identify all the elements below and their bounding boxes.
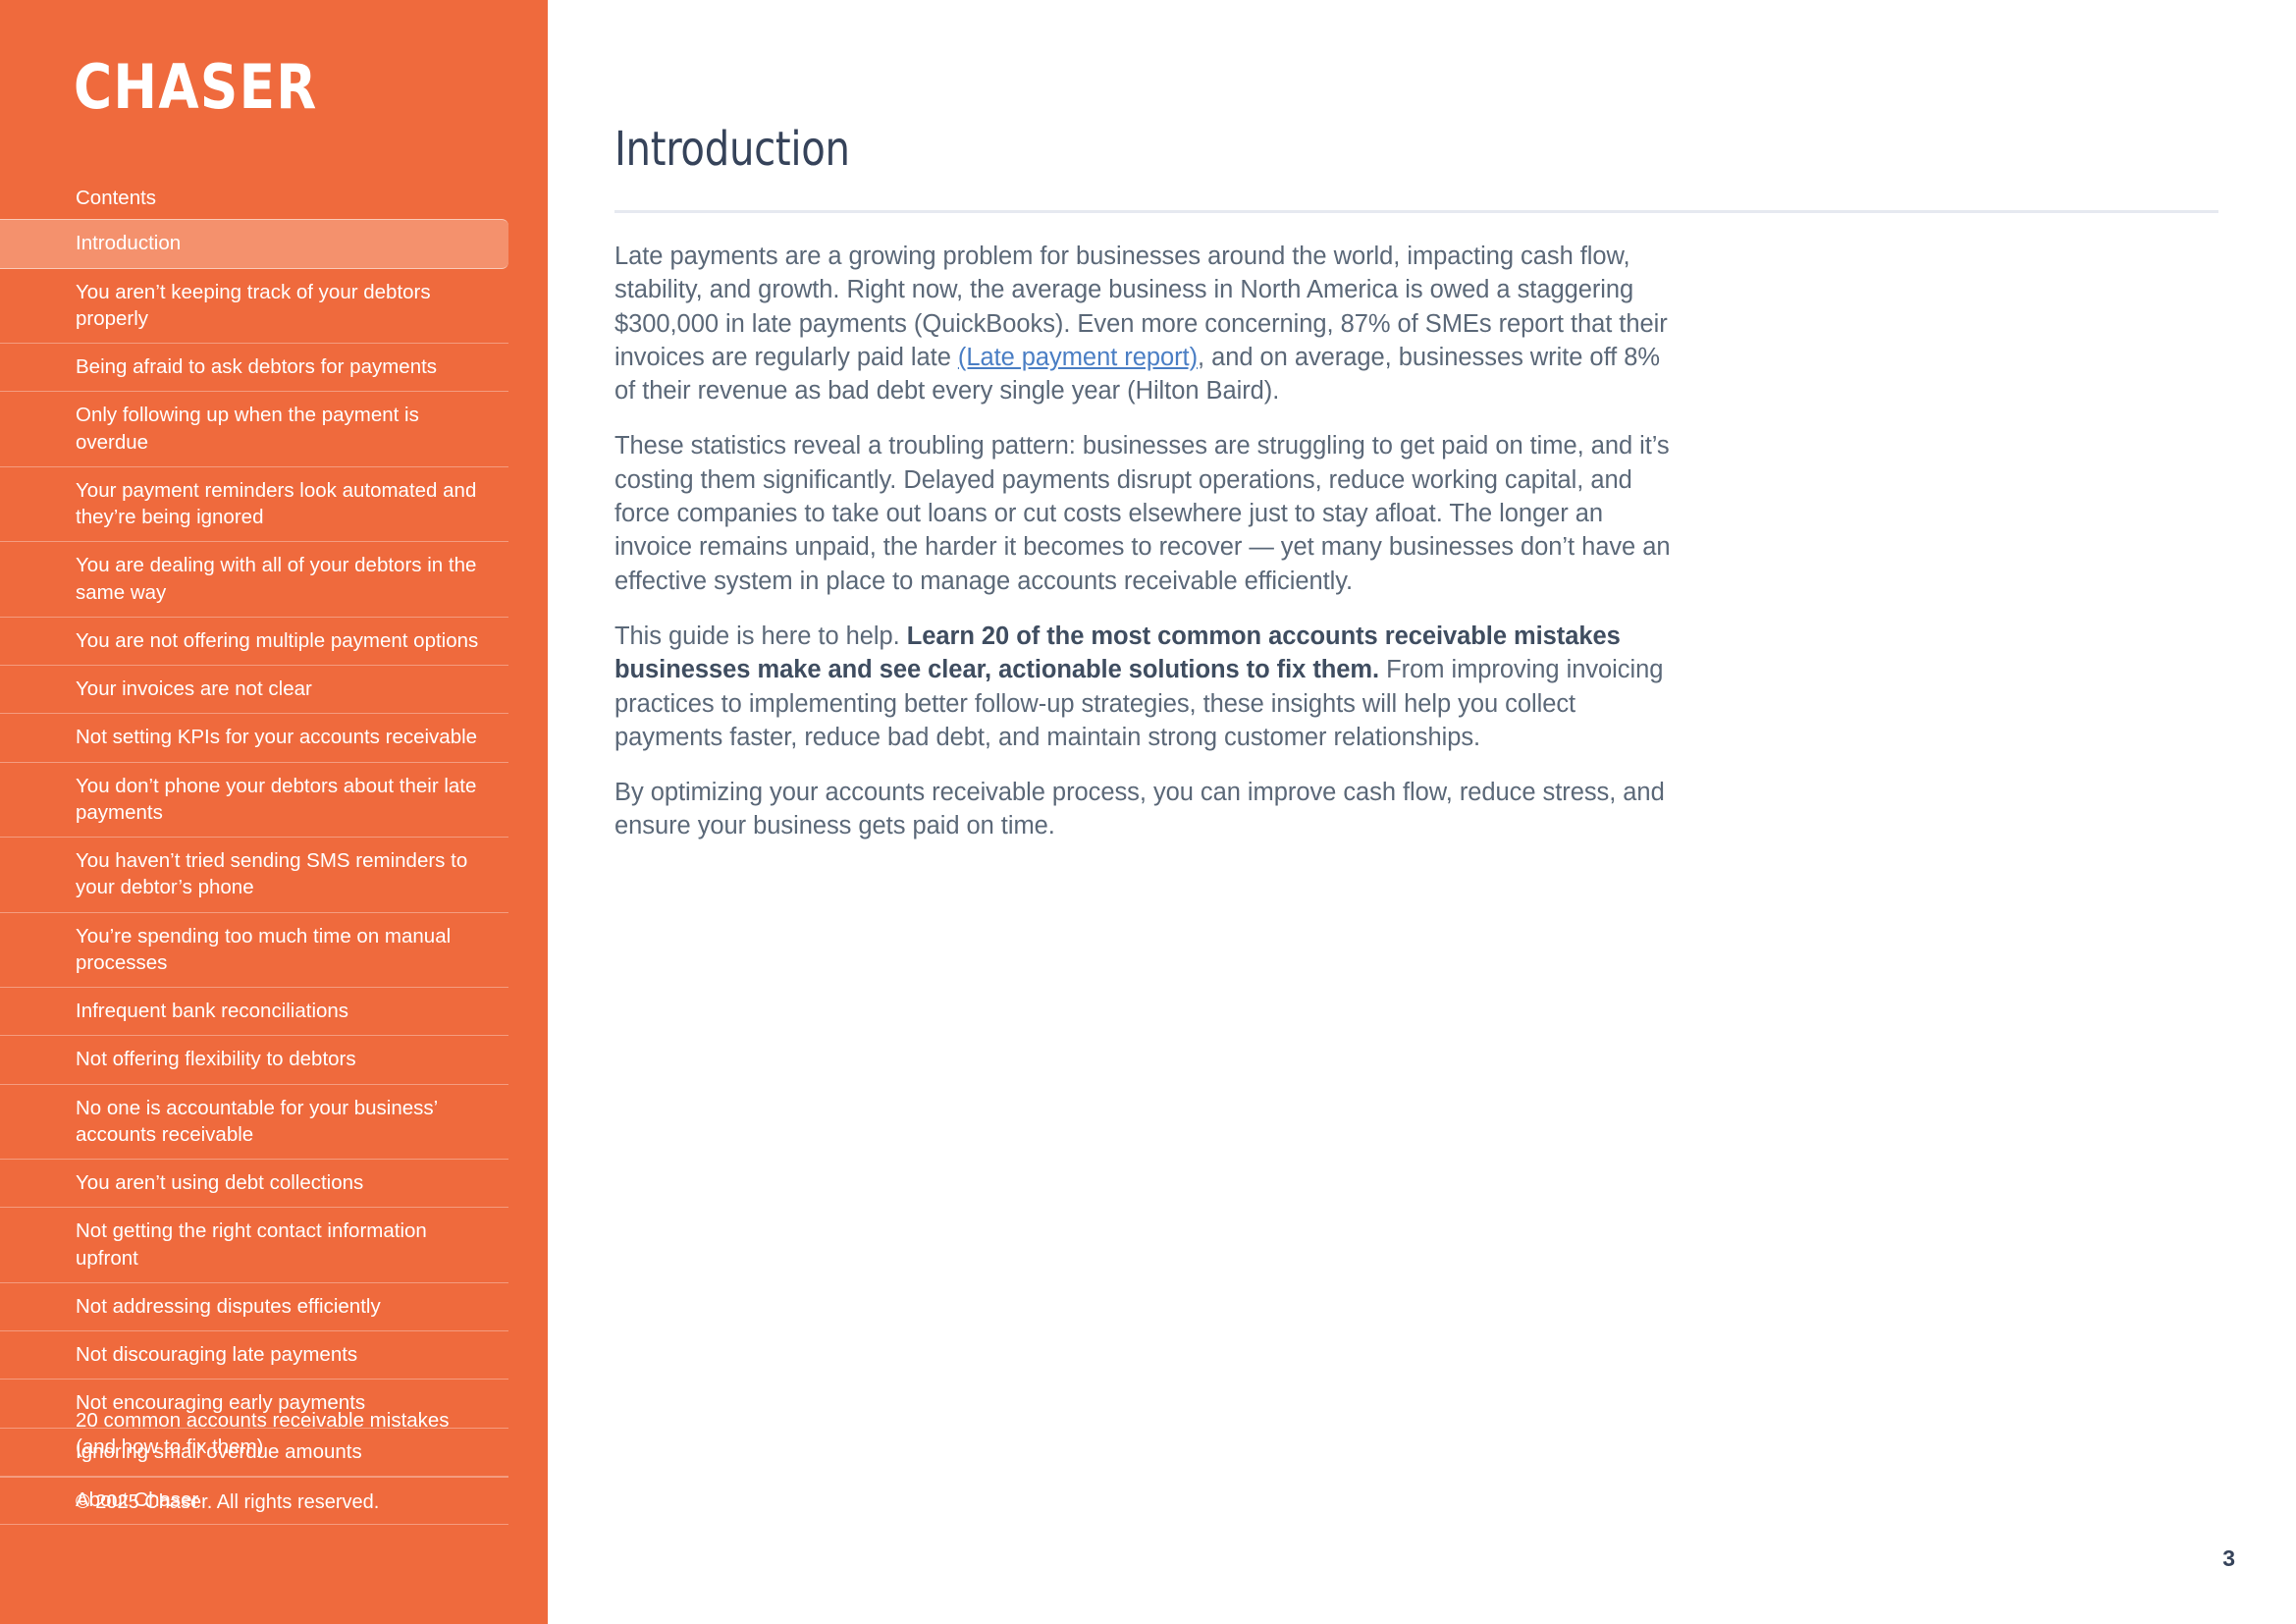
toc-item[interactable]: No one is accountable for your business’… xyxy=(0,1085,508,1160)
toc-item[interactable]: You are dealing with all of your debtors… xyxy=(0,542,508,618)
title-divider xyxy=(614,210,2218,213)
body-text: These statistics reveal a troubling patt… xyxy=(614,432,1671,595)
body-text: This guide is here to help. xyxy=(614,622,907,650)
toc-item[interactable]: You aren’t keeping track of your debtors… xyxy=(0,269,508,344)
table-of-contents: Contents Introduction You aren’t keeping … xyxy=(0,175,508,1525)
toc-item[interactable]: You’re spending too much time on manual … xyxy=(0,913,508,988)
toc-item[interactable]: You are not offering multiple payment op… xyxy=(0,618,508,666)
page-title: Introduction xyxy=(614,122,850,177)
page-number: 3 xyxy=(2222,1545,2235,1571)
sidebar: CHASER Contents Introduction You aren’t k… xyxy=(0,0,548,1624)
document-title: 20 common accounts receivable mistakes (… xyxy=(0,1370,508,1478)
toc-item[interactable]: Not getting the right contact informatio… xyxy=(0,1208,508,1283)
paragraph: These statistics reveal a troubling patt… xyxy=(614,429,1684,597)
sidebar-footer: 20 common accounts receivable mistakes (… xyxy=(0,1370,508,1527)
body-text: By optimizing your accounts receivable p… xyxy=(614,779,1665,840)
toc-item[interactable]: Your payment reminders look automated an… xyxy=(0,467,508,543)
toc-item[interactable]: Only following up when the payment is ov… xyxy=(0,392,508,467)
toc-item[interactable]: Introduction xyxy=(0,219,508,269)
introduction-body: Late payments are a growing problem for … xyxy=(614,240,1684,843)
toc-item[interactable]: You aren’t using debt collections xyxy=(0,1160,508,1209)
paragraph: Late payments are a growing problem for … xyxy=(614,240,1684,407)
paragraph: By optimizing your accounts receivable p… xyxy=(614,776,1684,843)
toc-item[interactable]: Not setting KPIs for your accounts recei… xyxy=(0,714,508,763)
chaser-logo: CHASER xyxy=(74,51,318,123)
late-payment-report-link[interactable]: (Late payment report) xyxy=(958,344,1198,371)
toc-item[interactable]: Infrequent bank reconciliations xyxy=(0,988,508,1037)
toc-item[interactable]: Not offering flexibility to debtors xyxy=(0,1036,508,1085)
toc-item[interactable]: Your invoices are not clear xyxy=(0,666,508,715)
paragraph: This guide is here to help. Learn 20 of … xyxy=(614,620,1684,754)
contents-heading: Contents xyxy=(76,187,157,209)
toc-item[interactable]: Not addressing disputes efficiently xyxy=(0,1283,508,1331)
toc-item[interactable]: You haven’t tried sending SMS reminders … xyxy=(0,838,508,913)
copyright-notice: © 2025 Chaser. All rights reserved. xyxy=(76,1490,380,1513)
main-content: Introduction Late payments are a growing… xyxy=(548,0,2296,1624)
toc-item[interactable]: Being afraid to ask debtors for payments xyxy=(0,344,508,393)
toc-item[interactable]: You don’t phone your debtors about their… xyxy=(0,763,508,838)
